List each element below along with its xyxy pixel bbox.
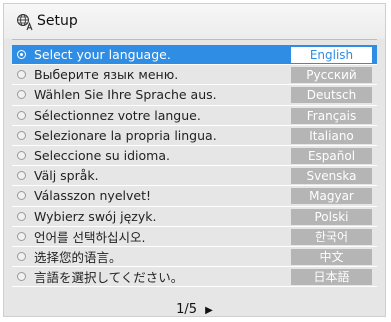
language-option-row[interactable]: Выберите язык меню. Русский [12, 65, 377, 86]
radio-button[interactable] [17, 70, 26, 80]
language-list: Select your language. English Выберите язы… [12, 45, 377, 288]
language-option-row[interactable]: 言語を選択してください。 日本語 [12, 267, 377, 288]
radio-button[interactable] [17, 231, 26, 241]
language-button[interactable]: 中文 [291, 248, 372, 265]
radio-button[interactable] [17, 130, 26, 140]
language-option-row[interactable]: Seleccione su idioma. Español [12, 146, 377, 167]
language-button[interactable]: 한국어 [291, 228, 372, 245]
radio-button[interactable] [17, 50, 26, 60]
language-button[interactable]: Русский [291, 67, 372, 84]
setup-window: Setup Select your language. English Выбери… [3, 3, 386, 317]
divider [12, 39, 377, 40]
radio-button[interactable] [17, 272, 26, 282]
language-option-row[interactable]: Select your language. English [12, 45, 377, 66]
language-button[interactable]: Magyar [291, 188, 372, 205]
language-button[interactable]: Español [291, 147, 372, 164]
globe-language-icon [17, 14, 33, 31]
language-button[interactable]: Italiano [291, 127, 372, 144]
language-button[interactable]: 日本語 [291, 269, 372, 286]
page-indicator: 1/5 [176, 302, 198, 317]
language-option-row[interactable]: 언어를 선택하십시오. 한국어 [12, 227, 377, 247]
language-option-row[interactable]: Wählen Sie Ihre Sprache aus. Deutsch [12, 85, 377, 106]
language-button[interactable]: Polski [291, 208, 372, 225]
radio-button[interactable] [17, 191, 26, 201]
title-bar: Setup [4, 4, 385, 39]
language-button[interactable]: English [291, 47, 372, 63]
radio-button[interactable] [17, 211, 26, 221]
pagination: 1/5 ▶ [4, 302, 385, 317]
language-option-row[interactable]: 选择您的语言。 中文 [12, 247, 377, 268]
radio-button[interactable] [17, 110, 26, 120]
language-option-row[interactable]: Sélectionnez votre langue. Français [12, 106, 377, 126]
language-option-row[interactable]: Wybierz swój język. Polski [12, 207, 377, 227]
language-button[interactable]: Deutsch [291, 87, 372, 104]
language-option-row[interactable]: Válasszon nyelvet! Magyar [12, 186, 377, 207]
language-button[interactable]: Français [291, 107, 372, 124]
language-option-row[interactable]: Välj språk. Svenska [12, 166, 377, 187]
radio-button[interactable] [17, 90, 26, 100]
language-option-row[interactable]: Selezionare la propria lingua. Italiano [12, 126, 377, 146]
radio-button[interactable] [17, 151, 26, 161]
radio-button[interactable] [17, 251, 26, 261]
radio-button[interactable] [17, 171, 26, 181]
play-right-icon[interactable]: ▶ [205, 305, 213, 316]
language-button[interactable]: Svenska [291, 168, 372, 185]
page-title: Setup [37, 13, 78, 29]
